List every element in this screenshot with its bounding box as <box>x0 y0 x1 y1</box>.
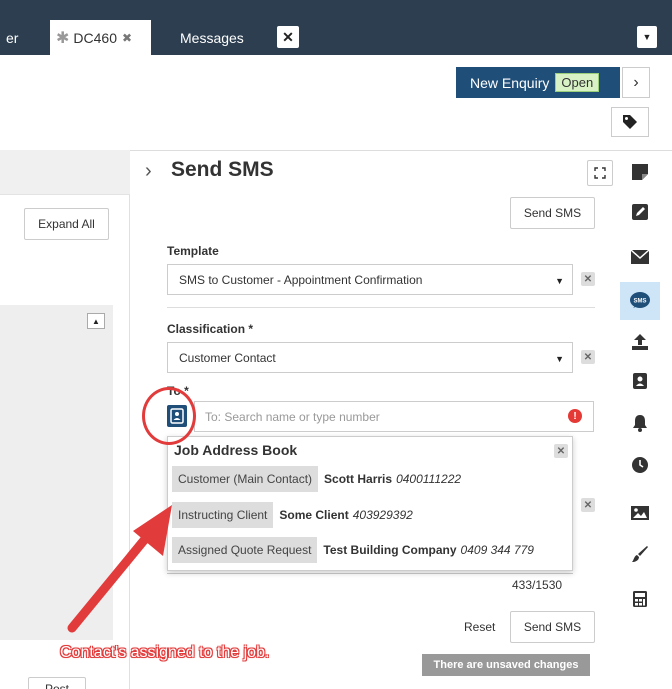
new-enquiry-label: New Enquiry <box>470 74 550 91</box>
collapse-chevron-icon[interactable]: › <box>145 160 152 183</box>
address-book-icon[interactable] <box>620 362 660 400</box>
contact-phone: 403929392 <box>352 508 413 522</box>
contact-role: Assigned Quote Request <box>172 537 318 563</box>
section-divider <box>167 307 595 308</box>
expand-icon <box>594 167 606 179</box>
template-select[interactable]: SMS to Customer - Appointment Confirmati… <box>167 264 573 295</box>
tab-label: DC460 <box>73 29 117 46</box>
page-title: Send SMS <box>171 158 274 181</box>
asterisk-icon: ✱ <box>56 29 70 47</box>
scroll-up-icon[interactable]: ▲ <box>87 313 105 329</box>
messages-close-icon[interactable]: ✕ <box>277 26 299 48</box>
contact-phone: 0409 344 779 <box>460 543 534 557</box>
template-value: SMS to Customer - Appointment Confirmati… <box>179 272 423 287</box>
list-item[interactable]: Customer (Main Contact) Scott Harris 040… <box>172 466 461 492</box>
svg-text:SMS: SMS <box>633 299 646 305</box>
contact-phone: 0400111222 <box>396 472 462 486</box>
address-book-close-icon[interactable]: ✕ <box>554 444 568 458</box>
caret-down-icon: ▼ <box>555 276 564 286</box>
template-label: Template <box>167 244 219 258</box>
annotation-callout: Contact's assigned to the job. <box>60 644 269 662</box>
new-enquiry-button[interactable]: New Enquiry Open <box>456 67 620 98</box>
post-button[interactable]: Post <box>28 677 86 689</box>
classification-clear-icon[interactable]: ✕ <box>581 350 595 364</box>
annotation-circle <box>142 387 196 445</box>
address-book-title: Job Address Book <box>174 442 298 458</box>
envelope-icon[interactable] <box>620 238 660 276</box>
list-item[interactable]: Assigned Quote Request Test Building Com… <box>172 537 534 563</box>
contact-role: Customer (Main Contact) <box>172 466 319 492</box>
clock-icon[interactable] <box>620 446 660 484</box>
reset-link[interactable]: Reset <box>464 620 495 634</box>
contact-name: Scott Harris <box>324 472 393 486</box>
template-clear-icon[interactable]: ✕ <box>581 272 595 286</box>
tabs-dropdown-icon[interactable]: ▼ <box>637 26 657 48</box>
tab-partial[interactable]: er <box>6 30 18 46</box>
error-icon: ! <box>568 409 582 423</box>
sticky-note-icon[interactable] <box>620 153 660 191</box>
sms-icon[interactable]: SMS <box>620 282 660 320</box>
classification-value: Customer Contact <box>179 350 276 365</box>
image-icon[interactable] <box>620 494 660 532</box>
char-counter: 433/1530 <box>512 578 563 592</box>
contact-role: Instructing Client <box>172 502 274 528</box>
send-sms-button[interactable]: Send SMS <box>510 611 595 643</box>
tab-close-icon[interactable]: ✖ <box>122 31 132 45</box>
left-panel-content <box>0 305 113 640</box>
edit-icon[interactable] <box>620 193 660 231</box>
left-panel-header <box>0 150 130 195</box>
calculator-icon[interactable] <box>620 580 660 618</box>
classification-select[interactable]: Customer Contact ▼ <box>167 342 573 373</box>
tab-dc460[interactable]: ✱ DC460 ✖ <box>50 20 151 55</box>
expand-all-button[interactable]: Expand All <box>24 208 109 240</box>
classification-label: Classification * <box>167 322 254 336</box>
callout-text: Contact's assigned to the job. <box>60 644 270 661</box>
tab-messages[interactable]: Messages <box>180 30 244 46</box>
message-clear-icon[interactable]: ✕ <box>581 498 595 512</box>
status-badge: Open <box>555 73 600 92</box>
unsaved-changes-badge: There are unsaved changes <box>422 654 590 676</box>
list-item[interactable]: Instructing Client Some Client 403929392 <box>172 502 413 528</box>
chevron-right-icon[interactable]: › <box>622 67 650 98</box>
caret-down-icon: ▼ <box>555 354 564 364</box>
fullscreen-button[interactable] <box>587 160 613 186</box>
to-search-input[interactable]: To: Search name or type number <box>194 401 594 432</box>
contact-name: Some Client <box>279 508 349 522</box>
upload-icon[interactable] <box>620 323 660 361</box>
bell-icon[interactable] <box>620 404 660 442</box>
tag-icon <box>623 115 637 129</box>
send-sms-button-top[interactable]: Send SMS <box>510 197 595 229</box>
tag-button[interactable] <box>611 107 649 137</box>
contact-name: Test Building Company <box>323 543 457 557</box>
paintbrush-icon[interactable] <box>620 535 660 573</box>
